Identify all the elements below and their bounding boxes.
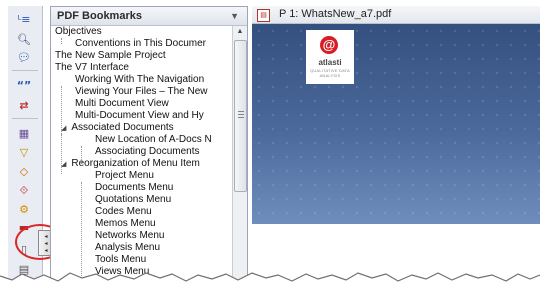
bookmark-label: Analysis Menu — [95, 242, 161, 253]
bookmark-item[interactable]: Viewing Your Files – The New — [75, 86, 208, 98]
bookmark-item[interactable]: Memos Menu — [95, 218, 156, 230]
quote-swap-icon[interactable]: ⇄ — [13, 96, 35, 114]
bookmark-item[interactable]: Associating Documents — [95, 146, 200, 158]
bookmark-label: Viewing Your Files – The New — [75, 86, 208, 97]
bookmark-label: The V7 Interface — [55, 62, 129, 73]
bookmark-item[interactable]: Quotations Menu — [95, 194, 171, 206]
bookmark-label: Working With The Navigation — [75, 74, 205, 85]
bookmark-item[interactable]: Objectives — [55, 26, 102, 38]
document-tab-title: P 1: WhatsNew_a7.pdf — [279, 8, 392, 20]
bookmark-label: Objectives — [55, 26, 102, 37]
bookmark-label: Associated Documents — [71, 122, 174, 133]
gear-icon[interactable]: ⚙ — [13, 200, 35, 218]
expand-triangle-icon[interactable]: ◢ — [61, 161, 66, 168]
bookmark-item[interactable]: The New Sample Project — [55, 50, 166, 62]
bookmark-item[interactable]: ◢ Reorganization of Menu Item — [61, 158, 200, 170]
bookmark-label: Project Menu — [95, 170, 154, 181]
bookmark-item[interactable]: New Location of A-Docs N — [95, 134, 212, 146]
text-icon[interactable]: ᴸ≡ — [13, 10, 35, 28]
expand-triangle-icon[interactable]: ◢ — [61, 125, 66, 132]
logo-name: atlasti — [318, 58, 342, 67]
node-icon[interactable]: ◇ — [13, 162, 35, 180]
bookmark-item[interactable]: Project Menu — [95, 170, 154, 182]
funnel-icon[interactable]: ▽ — [13, 143, 35, 161]
search-icon[interactable]: 🔍︎ — [13, 30, 35, 48]
bookmark-item[interactable]: Conventions in This Documer — [75, 38, 206, 50]
scrollbar-grip-icon — [238, 111, 244, 118]
toolbar-separator — [12, 70, 38, 71]
comment-icon[interactable]: 💬︎ — [13, 48, 35, 66]
bookmark-label: The New Sample Project — [55, 50, 166, 61]
atlasti-logo: @ atlasti QUALITATIVE DATA ANALYSIS — [306, 30, 354, 84]
document-tab[interactable]: ▤ P 1: WhatsNew_a7.pdf — [252, 6, 540, 24]
pdf-file-icon: ▤ — [257, 9, 270, 22]
panel-menu-chevron-icon[interactable]: ▼ — [230, 7, 239, 25]
tree-guide — [61, 38, 62, 44]
bookmark-label: New Location of A-Docs N — [95, 134, 212, 145]
bookmark-label: Associating Documents — [95, 146, 200, 157]
bookmark-label: Reorganization of Menu Item — [71, 158, 200, 169]
bookmark-label: Documents Menu — [95, 182, 174, 193]
bookmark-item[interactable]: Analysis Menu — [95, 242, 160, 254]
bookmark-item[interactable]: Multi-Document View and Hy — [75, 110, 204, 122]
bookmarks-panel-header: PDF Bookmarks ▼ — [51, 7, 247, 26]
collapse-arrows-icon: ◂◂◂ — [42, 232, 49, 254]
torn-edge — [0, 272, 540, 297]
toolbar-separator — [12, 118, 38, 119]
bookmark-label: Codes Menu — [95, 206, 152, 217]
bookmarks-scrollbar[interactable]: ▲ — [232, 26, 247, 282]
bookmark-label: Multi Document View — [75, 98, 169, 109]
bookmark-item[interactable]: Documents Menu — [95, 182, 173, 194]
app-window: ᴸ≡ 🔍︎ 💬︎ “” ⇄ ▦ ▽ ◇ ⟐ ⚙ ▬ ▯ ▤ ◂◂◂ PDF Bo… — [0, 0, 540, 297]
bookmark-item[interactable]: Codes Menu — [95, 206, 152, 218]
table-icon[interactable]: ▦ — [13, 124, 35, 142]
bookmark-item[interactable]: ◢ Associated Documents — [61, 122, 174, 134]
bookmarks-panel: PDF Bookmarks ▼ Objectives Conventions i… — [50, 6, 248, 283]
bookmark-label: Multi-Document View and Hy — [75, 110, 204, 121]
bookmark-item[interactable]: The V7 Interface — [55, 62, 129, 74]
bookmarks-panel-title: PDF Bookmarks — [57, 10, 142, 22]
logo-mark: @ — [320, 36, 338, 54]
bookmark-label: Conventions in This Documer — [75, 38, 206, 49]
quote-icon[interactable]: “” — [13, 76, 35, 94]
scrollbar-thumb[interactable] — [234, 40, 247, 192]
logo-tagline: QUALITATIVE DATA ANALYSIS — [310, 68, 350, 78]
document-pane: ▤ P 1: WhatsNew_a7.pdf @ atlasti QUALITA… — [252, 6, 540, 281]
pdf-page-view[interactable]: @ atlasti QUALITATIVE DATA ANALYSIS — [252, 24, 540, 224]
bookmark-label: Memos Menu — [95, 218, 156, 229]
scroll-up-arrow-icon[interactable]: ▲ — [233, 26, 247, 38]
bookmark-item[interactable]: Networks Menu — [95, 230, 164, 242]
bookmark-label: Quotations Menu — [95, 194, 172, 205]
link-icon[interactable]: ⟐ — [13, 181, 35, 199]
bookmark-item[interactable]: Multi Document View — [75, 98, 169, 110]
bookmark-label: Networks Menu — [95, 230, 165, 241]
bookmark-item[interactable]: Working With The Navigation — [75, 74, 204, 86]
bookmarks-tree: Objectives Conventions in This Documer T… — [51, 26, 232, 282]
